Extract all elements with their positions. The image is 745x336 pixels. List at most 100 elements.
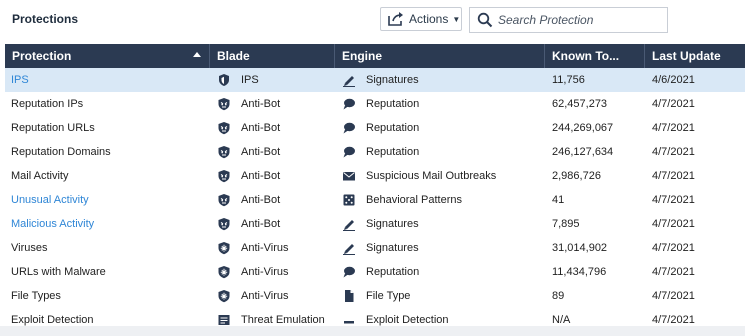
engine-name: Reputation (366, 98, 420, 110)
cell-known-to: 31,014,902 (545, 236, 645, 260)
cell-last-update: 4/7/2021 (645, 188, 745, 212)
column-header-engine[interactable]: Engine (335, 44, 545, 68)
antibot-icon (217, 169, 231, 183)
known-count: 244,269,067 (552, 122, 614, 134)
last-update-date: 4/7/2021 (652, 122, 695, 134)
antibot-icon (217, 97, 231, 111)
engine-name: Signatures (366, 242, 419, 254)
table-row[interactable]: Viruses Anti-Virus Signatures 31,014,902 4/7… (5, 236, 745, 260)
cell-blade: Anti-Bot (210, 92, 335, 116)
cell-protection: Malicious Activity (5, 212, 210, 236)
cell-blade: IPS (210, 68, 335, 92)
column-header-protection[interactable]: Protection (5, 44, 210, 68)
cell-blade: Anti-Bot (210, 116, 335, 140)
blade-name: Threat Emulation (241, 314, 325, 326)
column-header-known-to[interactable]: Known To... (545, 44, 645, 68)
antibot-icon (217, 193, 231, 207)
protection-name: Reputation Domains (11, 146, 111, 158)
cell-blade: Anti-Bot (210, 212, 335, 236)
cell-engine: Reputation (335, 92, 545, 116)
protection-name[interactable]: Unusual Activity (11, 194, 89, 206)
last-update-date: 4/7/2021 (652, 146, 695, 158)
known-count: 11,756 (552, 74, 585, 86)
cell-engine: File Type (335, 284, 545, 308)
table-row[interactable]: Reputation Domains Anti-Bot Reputation 246,… (5, 140, 745, 164)
table-row[interactable]: IPS IPS Signatures 11,756 4/6/2021 (5, 68, 745, 92)
blade-name: Anti-Bot (241, 98, 281, 110)
cell-known-to: 7,895 (545, 212, 645, 236)
protection-name: Viruses (11, 242, 48, 254)
protections-panel: Protections Actions ▼ Search Protection … (0, 0, 745, 336)
cell-known-to: 62,457,273 (545, 92, 645, 116)
known-count: 62,457,273 (552, 98, 608, 110)
engine-name: Behavioral Patterns (366, 194, 462, 206)
cell-known-to: 41 (545, 188, 645, 212)
protection-name: Exploit Detection (11, 314, 94, 326)
cell-known-to: 11,756 (545, 68, 645, 92)
cell-blade: Anti-Virus (210, 284, 335, 308)
table-row[interactable]: URLs with Malware Anti-Virus Reputation 11,… (5, 260, 745, 284)
cell-last-update: 4/7/2021 (645, 164, 745, 188)
speech-bubble-icon (342, 121, 356, 135)
threat-emulation-icon (217, 313, 231, 327)
known-count: 2,986,726 (552, 170, 601, 182)
envelope-icon (342, 169, 356, 183)
cell-known-to: 2,986,726 (545, 164, 645, 188)
cell-engine: Reputation (335, 116, 545, 140)
table-header: Protection Blade Engine Known To... Last… (5, 44, 745, 68)
dice-icon (342, 193, 356, 207)
caret-down-icon: ▼ (452, 14, 461, 24)
engine-name: Signatures (366, 218, 419, 230)
pen-icon (342, 217, 356, 231)
table-row[interactable]: Reputation IPs Anti-Bot Reputation 62,457,2… (5, 92, 745, 116)
cell-known-to: 244,269,067 (545, 116, 645, 140)
last-update-date: 4/7/2021 (652, 242, 695, 254)
antivirus-icon (217, 241, 231, 255)
protection-name[interactable]: Malicious Activity (11, 218, 94, 230)
column-header-blade[interactable]: Blade (210, 44, 335, 68)
actions-label: Actions (409, 12, 449, 26)
protection-name: URLs with Malware (11, 266, 106, 278)
antibot-icon (217, 145, 231, 159)
pen-icon (342, 73, 356, 87)
protection-name: Reputation IPs (11, 98, 84, 110)
cell-protection: Reputation IPs (5, 92, 210, 116)
table-row[interactable]: File Types Anti-Virus File Type 89 4/7/2021 (5, 284, 745, 308)
protection-name: File Types (11, 290, 61, 302)
speech-bubble-icon (342, 265, 356, 279)
table-row[interactable]: Malicious Activity Anti-Bot Signatures 7,89… (5, 212, 745, 236)
cell-engine: Signatures (335, 212, 545, 236)
blade-name: Anti-Bot (241, 146, 281, 158)
cell-blade: Anti-Virus (210, 260, 335, 284)
actions-button[interactable]: Actions ▼ (380, 7, 462, 31)
antivirus-icon (217, 265, 231, 279)
engine-name: Reputation (366, 146, 420, 158)
pen-icon (342, 241, 356, 255)
search-box[interactable] (469, 7, 668, 33)
antibot-icon (217, 217, 231, 231)
cell-engine: Signatures (335, 236, 545, 260)
engine-name: Suspicious Mail Outbreaks (366, 170, 497, 182)
footer-bar (0, 326, 745, 336)
cell-engine: Reputation (335, 260, 545, 284)
table-row[interactable]: Mail Activity Anti-Bot Suspicious Mail Out… (5, 164, 745, 188)
cell-engine: Reputation (335, 140, 545, 164)
cell-last-update: 4/7/2021 (645, 260, 745, 284)
engine-name: Signatures (366, 74, 419, 86)
last-update-date: 4/7/2021 (652, 218, 695, 230)
toolbar: Protections Actions ▼ (0, 0, 745, 42)
blade-name: Anti-Bot (241, 170, 281, 182)
antivirus-icon (217, 289, 231, 303)
cell-engine: Signatures (335, 68, 545, 92)
table-row[interactable]: Unusual Activity Anti-Bot Behavioral Patte… (5, 188, 745, 212)
known-count: N/A (552, 314, 571, 326)
table-row[interactable]: Reputation URLs Anti-Bot Reputation 244,269… (5, 116, 745, 140)
last-update-date: 4/7/2021 (652, 290, 695, 302)
protection-name[interactable]: IPS (11, 74, 29, 86)
search-input[interactable] (498, 13, 658, 27)
cell-protection: Unusual Activity (5, 188, 210, 212)
known-count: 7,895 (552, 218, 580, 230)
cell-last-update: 4/6/2021 (645, 68, 745, 92)
column-header-last-update[interactable]: Last Update (645, 44, 745, 68)
cell-blade: Anti-Bot (210, 164, 335, 188)
